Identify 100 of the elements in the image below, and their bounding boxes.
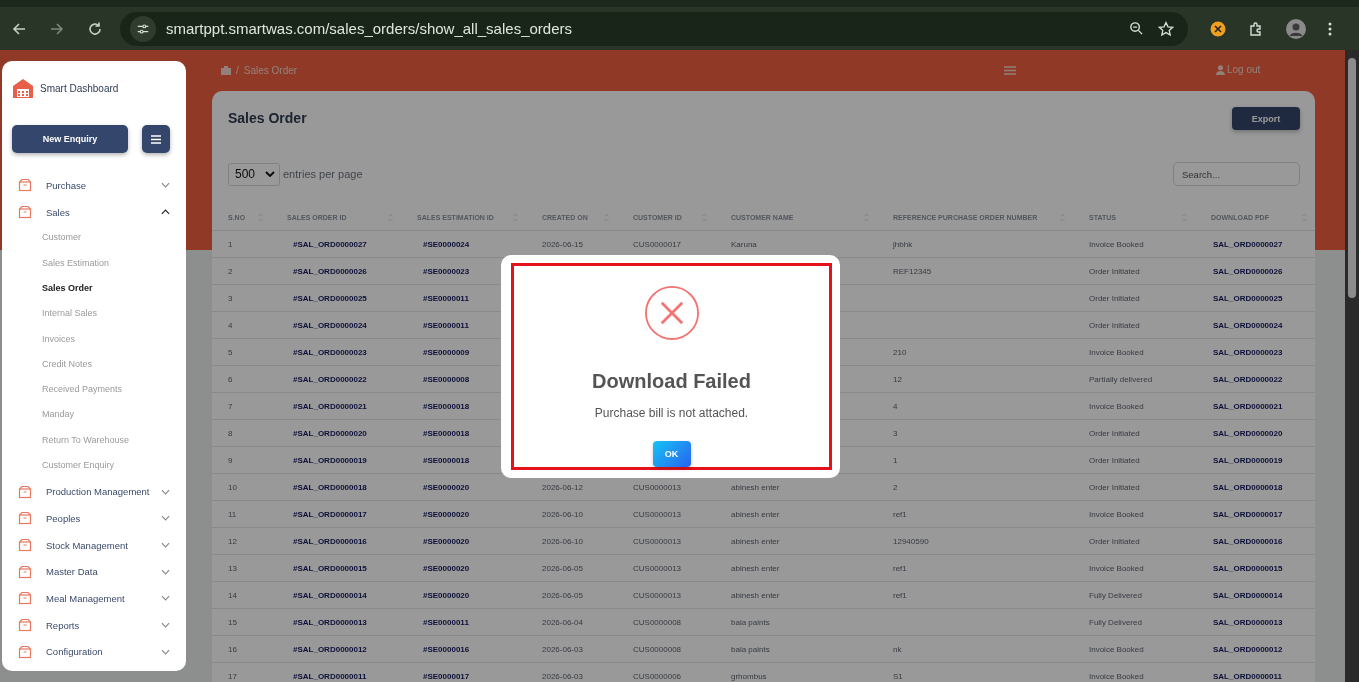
row-number: 3: [228, 293, 233, 303]
menu-item[interactable]: Sales: [12, 198, 176, 226]
menu-item[interactable]: Master Data: [12, 558, 176, 586]
new-enquiry-button[interactable]: New Enquiry: [12, 125, 128, 153]
estimation-link[interactable]: #SE0000020: [423, 590, 470, 600]
estimation-link[interactable]: #SE0000024: [423, 239, 470, 249]
pdf-link[interactable]: SAL_ORD0000027: [1213, 239, 1283, 249]
submenu-item[interactable]: Sales Order: [12, 275, 176, 302]
estimation-link[interactable]: #SE0000020: [423, 536, 470, 546]
estimation-link[interactable]: #SE0000009: [423, 347, 470, 357]
sales-order-link[interactable]: #SAL_ORD0000022: [293, 374, 367, 384]
sales-order-link[interactable]: #SAL_ORD0000027: [293, 239, 367, 249]
menu-item[interactable]: Purchase: [12, 172, 176, 199]
estimation-link[interactable]: #SE0000023: [423, 266, 470, 276]
box-icon: [18, 538, 32, 553]
estimation-link[interactable]: #SE0000011: [423, 320, 469, 330]
breadcrumb-current: Sales Order: [243, 65, 298, 76]
reference-cell: 210: [893, 347, 907, 357]
sales-order-link[interactable]: #SAL_ORD0000026: [293, 266, 367, 276]
date-cell: 2026-06-10: [542, 509, 583, 519]
avatar-icon[interactable]: [1286, 18, 1306, 39]
sales-order-link[interactable]: #SAL_ORD0000015: [293, 563, 367, 573]
pdf-link[interactable]: SAL_ORD0000014: [1213, 590, 1283, 600]
sales-order-link[interactable]: #SAL_ORD0000013: [293, 617, 367, 627]
pdf-link[interactable]: SAL_ORD0000019: [1213, 455, 1283, 465]
row-number: 6: [228, 374, 233, 384]
sales-order-link[interactable]: #SAL_ORD0000020: [293, 428, 367, 438]
estimation-link[interactable]: #SE0000018: [423, 455, 470, 465]
menu-item[interactable]: Reports: [12, 611, 176, 639]
estimation-link[interactable]: #SE0000011: [423, 617, 469, 627]
sort-icon: [1060, 212, 1065, 222]
sales-order-link[interactable]: #SAL_ORD0000017: [293, 509, 367, 519]
reference-cell: REF12345: [893, 266, 932, 276]
menu-item[interactable]: Production Management: [12, 478, 176, 506]
estimation-link[interactable]: #SE0000020: [423, 482, 470, 492]
more-icon[interactable]: [1328, 20, 1332, 37]
sales-order-link[interactable]: #SAL_ORD0000024: [293, 320, 367, 330]
estimation-link[interactable]: #SE0000011: [423, 293, 469, 303]
menu-item[interactable]: Peoples: [12, 505, 176, 532]
error-icon: [642, 285, 701, 341]
pdf-link[interactable]: SAL_ORD0000012: [1213, 644, 1283, 654]
sales-order-link[interactable]: #SAL_ORD0000018: [293, 482, 367, 492]
pdf-link[interactable]: SAL_ORD0000024: [1213, 320, 1283, 330]
sales-order-link[interactable]: #SAL_ORD0000021: [293, 401, 367, 411]
menu-item[interactable]: Meal Management: [12, 585, 176, 612]
sales-order-link[interactable]: #SAL_ORD0000023: [293, 347, 367, 357]
estimation-link[interactable]: #SE0000020: [423, 563, 470, 573]
pdf-link[interactable]: SAL_ORD0000021: [1213, 401, 1283, 411]
sales-order-link[interactable]: #SAL_ORD0000019: [293, 455, 367, 465]
estimation-link[interactable]: #SE0000018: [423, 401, 470, 411]
menu-button[interactable]: [142, 125, 170, 153]
sales-order-link[interactable]: #SAL_ORD0000014: [293, 590, 367, 600]
row-number: 2: [228, 266, 233, 276]
sales-order-link[interactable]: #SAL_ORD0000025: [293, 293, 367, 303]
reference-cell: ref1: [893, 590, 907, 600]
menu-item[interactable]: Configuration: [12, 638, 176, 666]
estimation-link[interactable]: #SE0000016: [423, 644, 470, 654]
menu-icon: [151, 134, 161, 144]
pdf-link[interactable]: SAL_ORD0000017: [1213, 509, 1283, 519]
pdf-link[interactable]: SAL_ORD0000016: [1213, 536, 1283, 546]
extension-icon[interactable]: [1210, 20, 1226, 37]
pdf-link[interactable]: SAL_ORD0000022: [1213, 374, 1283, 384]
sales-order-link[interactable]: #SAL_ORD0000011: [293, 671, 367, 681]
estimation-link[interactable]: #SE0000008: [423, 374, 470, 384]
back-icon[interactable]: [11, 20, 27, 37]
estimation-link[interactable]: #SE0000017: [423, 671, 470, 681]
address-bar[interactable]: smartppt.smartwas.com/sales_orders/show_all_sales_orders: [120, 11, 1188, 46]
customer-id-cell: CUS0000013: [633, 509, 682, 519]
pdf-link[interactable]: SAL_ORD0000015: [1213, 563, 1283, 573]
reload-icon[interactable]: [87, 20, 103, 37]
pdf-link[interactable]: SAL_ORD0000020: [1213, 428, 1283, 438]
sales-order-link[interactable]: #SAL_ORD0000016: [293, 536, 367, 546]
pdf-link[interactable]: SAL_ORD0000011: [1213, 671, 1282, 681]
pdf-link[interactable]: SAL_ORD0000026: [1213, 266, 1283, 276]
box-icon: [18, 511, 32, 526]
estimation-link[interactable]: #SE0000018: [423, 428, 470, 438]
puzzle-icon[interactable]: [1248, 20, 1264, 37]
pdf-link[interactable]: SAL_ORD0000023: [1213, 347, 1283, 357]
forward-icon[interactable]: [49, 20, 65, 37]
page-title: Sales Order: [228, 110, 307, 126]
scrollbar[interactable]: [1345, 50, 1359, 682]
search-field[interactable]: Search...: [1173, 162, 1300, 186]
sales-order-link[interactable]: #SAL_ORD0000012: [293, 644, 367, 654]
pdf-link[interactable]: SAL_ORD0000025: [1213, 293, 1283, 303]
page-size-select[interactable]: 500: [228, 162, 280, 186]
status-cell: Invoice Booked: [1089, 644, 1144, 654]
customer-id-cell: CUS0000017: [633, 239, 682, 249]
star-icon[interactable]: [1158, 20, 1174, 37]
tune-icon[interactable]: [130, 15, 156, 42]
zoom-icon[interactable]: [1129, 21, 1144, 36]
row-number: 4: [228, 320, 233, 330]
export-button[interactable]: Export: [1232, 107, 1300, 130]
customer-name-cell: abinesh enter: [731, 590, 780, 600]
row-number: 15: [228, 617, 237, 627]
pdf-link[interactable]: SAL_ORD0000013: [1213, 617, 1283, 627]
reference-cell: S1: [893, 671, 903, 681]
pdf-link[interactable]: SAL_ORD0000018: [1213, 482, 1283, 492]
menu-item[interactable]: Stock Management: [12, 531, 176, 559]
sort-icon: [1302, 212, 1307, 222]
estimation-link[interactable]: #SE0000020: [423, 509, 470, 519]
